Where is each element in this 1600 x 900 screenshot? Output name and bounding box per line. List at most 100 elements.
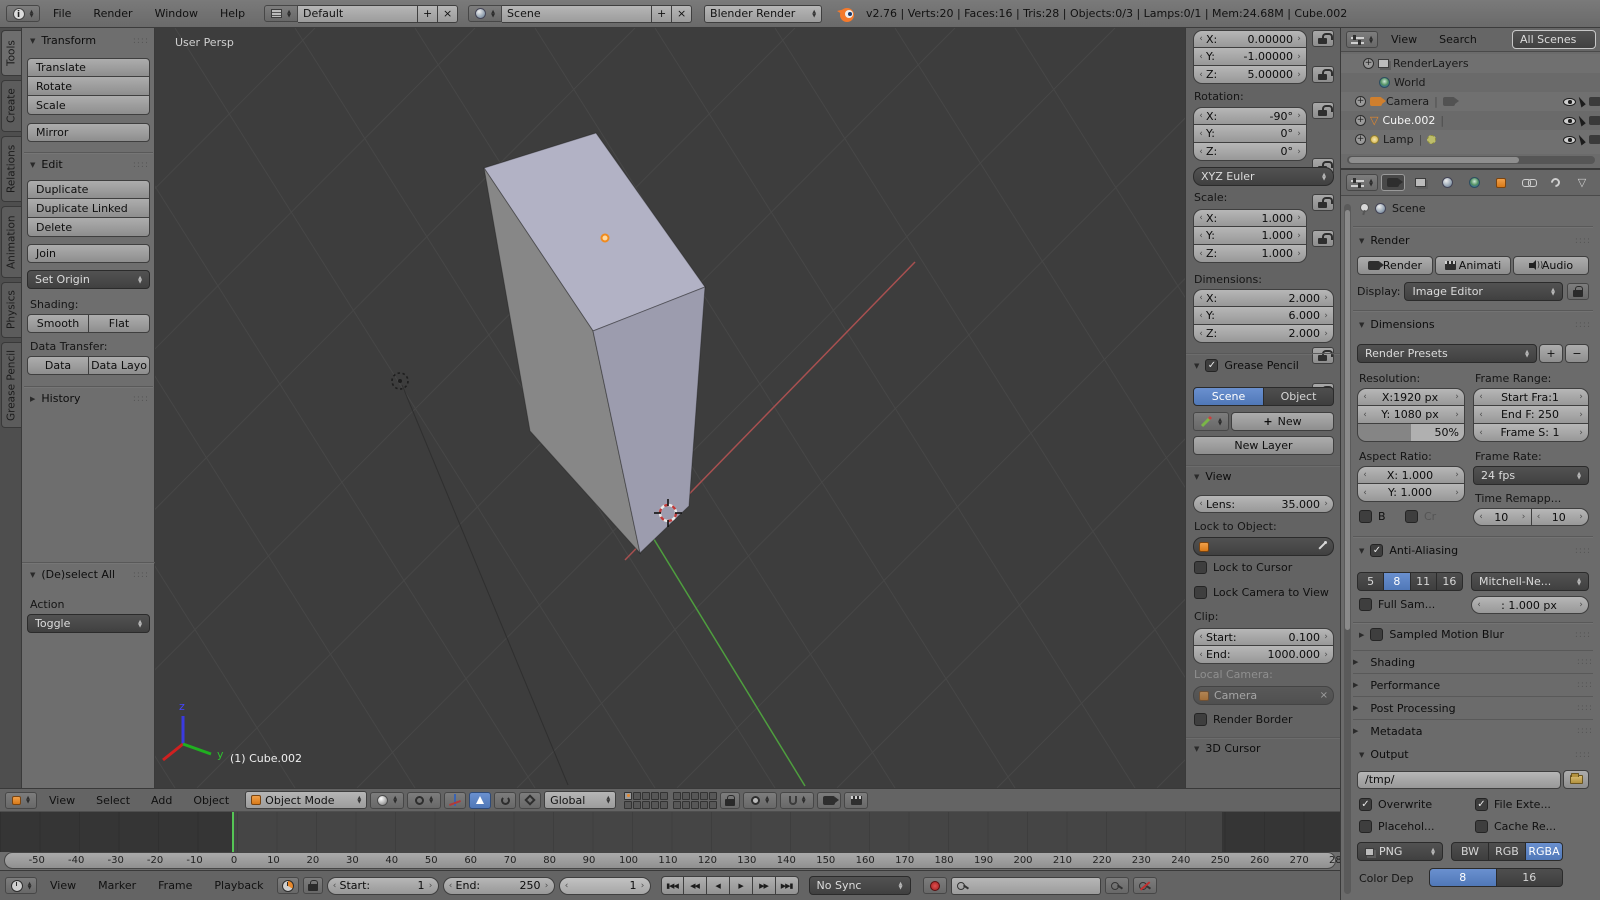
resolution-x-field[interactable]: ‹X:1920 px›: [1357, 388, 1465, 406]
channel-bw-button[interactable]: BW: [1451, 842, 1489, 861]
lock-to-cursor-row[interactable]: Lock to Cursor: [1194, 561, 1292, 574]
transport-button[interactable]: ▶▶: [753, 876, 776, 895]
dimension-z-field[interactable]: ‹Z:2.000›: [1193, 325, 1334, 343]
clip-end-field[interactable]: ‹End:1000.000›: [1193, 646, 1334, 664]
cache-result-checkbox[interactable]: [1475, 820, 1488, 833]
location-x-field[interactable]: ‹X:0.00000›: [1193, 30, 1307, 48]
use-preview-range-button[interactable]: [277, 877, 299, 894]
tab-render[interactable]: [1381, 174, 1405, 191]
shelf-tab-relations[interactable]: Relations: [1, 136, 21, 202]
delete-keyframe-button[interactable]: [1133, 877, 1157, 894]
close-layout-button[interactable]: ×: [438, 5, 458, 23]
panel-grip[interactable]: [1577, 680, 1593, 690]
full-sample-checkbox[interactable]: [1359, 598, 1372, 611]
file-extensions-row[interactable]: File Exte...: [1475, 798, 1551, 811]
transport-button[interactable]: ▶▶▮: [776, 876, 799, 895]
smb-checkbox[interactable]: [1370, 628, 1383, 641]
panel-grip[interactable]: [133, 570, 149, 580]
render-presets-select[interactable]: Render Presets: [1357, 344, 1537, 363]
frame-end-field[interactable]: ‹End:250›: [443, 877, 555, 895]
viewport-3d[interactable]: z y User Persp (1) Cube.002: [155, 28, 1185, 788]
join-button[interactable]: Join: [27, 244, 150, 263]
output-panel-header[interactable]: Output: [1359, 748, 1591, 761]
duplicate-linked-button[interactable]: Duplicate Linked: [27, 199, 150, 218]
eyedropper-icon[interactable]: [1317, 541, 1328, 552]
gp-new-button[interactable]: +New: [1231, 412, 1334, 431]
browse-folder-button[interactable]: [1563, 770, 1589, 789]
panel-grip[interactable]: [133, 36, 149, 46]
delete-button[interactable]: Delete: [27, 218, 150, 237]
render-audio-button[interactable]: Audio: [1513, 256, 1589, 275]
render-still-button[interactable]: Render: [1357, 256, 1433, 275]
transport-button[interactable]: ◀◀: [684, 876, 707, 895]
rotation-y-field[interactable]: ‹Y:0°›: [1193, 125, 1307, 143]
tl-menu-view[interactable]: View: [41, 879, 85, 892]
editor-type-outliner-button[interactable]: [1346, 31, 1378, 48]
panel-grip[interactable]: [1575, 236, 1591, 246]
antialiasing-panel-header[interactable]: Anti-Aliasing: [1359, 544, 1591, 557]
insert-keyframe-button[interactable]: [1105, 877, 1129, 894]
clip-start-field[interactable]: ‹Start:0.100›: [1193, 628, 1334, 646]
outliner-item-camera[interactable]: +Camera |: [1341, 92, 1600, 111]
antialiasing-checkbox[interactable]: [1370, 544, 1383, 557]
crop-checkbox[interactable]: [1405, 510, 1418, 523]
outliner-item-cube[interactable]: +▽Cube.002 |: [1341, 111, 1600, 130]
collapsed-panel-header[interactable]: Post Processing: [1353, 696, 1593, 719]
aa-samples-5[interactable]: 5: [1357, 572, 1384, 591]
mirror-button[interactable]: Mirror: [27, 123, 150, 142]
shade-smooth-button[interactable]: Smooth: [27, 314, 89, 333]
render-panel-header[interactable]: Render: [1359, 234, 1591, 247]
edit-panel-header[interactable]: Edit: [30, 158, 149, 171]
border-row[interactable]: B: [1359, 510, 1386, 523]
outliner-hscrollbar[interactable]: [1347, 156, 1595, 164]
render-animation-button[interactable]: Animati: [1435, 256, 1511, 275]
shelf-tab-grease-pencil[interactable]: Grease Pencil: [1, 342, 21, 428]
panel-grip[interactable]: [133, 160, 149, 170]
lock-rotation-y-button[interactable]: [1312, 194, 1334, 211]
remap-new-field[interactable]: ‹10›: [1532, 508, 1590, 526]
dimension-x-field[interactable]: ‹X:2.000›: [1193, 289, 1334, 307]
orientation-select[interactable]: Global: [544, 791, 616, 809]
overwrite-checkbox[interactable]: [1359, 798, 1372, 811]
menu-window[interactable]: Window: [146, 7, 207, 20]
frame-end-field[interactable]: ‹End F: 250›: [1473, 406, 1589, 424]
display-select[interactable]: Image Editor: [1404, 282, 1563, 301]
aspect-x-field[interactable]: ‹X: 1.000›: [1357, 466, 1465, 484]
snap-select[interactable]: [780, 792, 814, 809]
transport-button[interactable]: ▮◀◀: [661, 876, 684, 895]
selectable-arrow-icon[interactable]: [1579, 96, 1587, 108]
add-scene-button[interactable]: +: [652, 5, 672, 23]
vp-menu-add[interactable]: Add: [142, 794, 181, 807]
panel-grip[interactable]: [1575, 546, 1591, 556]
clear-icon[interactable]: ×: [1320, 690, 1328, 701]
ol-menu-search[interactable]: Search: [1430, 33, 1486, 46]
gp-source-object-tab[interactable]: Object: [1264, 387, 1334, 406]
filter-size-field[interactable]: ‹: 1.000 px›: [1471, 596, 1589, 614]
aspect-y-field[interactable]: ‹Y: 1.000›: [1357, 484, 1465, 502]
screen-layout-icon-button[interactable]: [264, 5, 298, 22]
duplicate-button[interactable]: Duplicate: [27, 180, 150, 199]
output-path-field[interactable]: /tmp/: [1357, 771, 1561, 789]
tab-scene[interactable]: [1435, 174, 1459, 191]
fps-select[interactable]: 24 fps: [1473, 466, 1589, 485]
pivot-point-select[interactable]: [407, 792, 441, 809]
file-extensions-checkbox[interactable]: [1475, 798, 1488, 811]
location-y-field[interactable]: ‹Y:-1.00000›: [1193, 48, 1307, 66]
scale-y-field[interactable]: ‹Y:1.000›: [1193, 227, 1307, 245]
outliner-item-lamp[interactable]: +Lamp |: [1341, 130, 1600, 149]
render-engine-select[interactable]: Blender Render: [704, 5, 822, 23]
transport-button[interactable]: ▶: [730, 876, 753, 895]
expand-icon[interactable]: +: [1355, 115, 1366, 126]
rotate-button[interactable]: Rotate: [27, 77, 150, 96]
render-border-checkbox[interactable]: [1194, 713, 1207, 726]
lock-to-object-field[interactable]: [1193, 537, 1334, 556]
frame-step-field[interactable]: ‹Frame S: 1›: [1473, 424, 1589, 442]
layers-widget[interactable]: [624, 792, 717, 809]
crop-row[interactable]: Cr: [1405, 510, 1436, 523]
vp-menu-object[interactable]: Object: [184, 794, 238, 807]
editor-type-properties-button[interactable]: [1346, 174, 1378, 191]
panel-grip[interactable]: [1577, 657, 1593, 667]
expand-icon[interactable]: +: [1355, 96, 1366, 107]
shelf-tab-tools[interactable]: Tools: [1, 30, 21, 76]
renderable-camera-icon[interactable]: [1589, 116, 1600, 125]
